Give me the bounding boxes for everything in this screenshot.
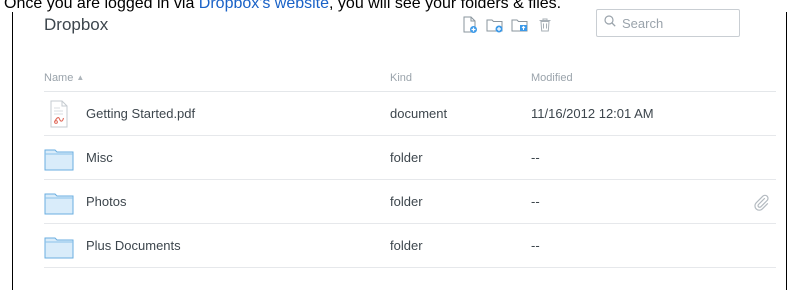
folder-icon [44, 188, 74, 216]
file-name[interactable]: Getting Started.pdf [86, 106, 195, 121]
file-kind: document [390, 106, 448, 121]
file-row[interactable]: Misc folder -- [44, 136, 776, 180]
paperclip-icon[interactable] [752, 193, 770, 211]
toolbar [459, 14, 556, 36]
caption-text-after: , you will see your folders & files. [329, 0, 562, 12]
column-header-name-label: Name [44, 72, 74, 84]
column-header-modified[interactable]: Modified [531, 72, 573, 84]
file-row[interactable]: Plus Documents folder -- [44, 224, 776, 268]
file-modified: -- [531, 238, 540, 253]
file-row[interactable]: Photos folder -- [44, 180, 776, 224]
folder-icon [44, 232, 74, 260]
new-folder-icon[interactable] [484, 14, 506, 36]
search-box[interactable] [596, 9, 740, 37]
column-header-name[interactable]: Name ▲ [44, 72, 84, 84]
file-name[interactable]: Photos [86, 194, 126, 209]
file-name[interactable]: Plus Documents [86, 238, 181, 253]
search-icon [604, 14, 616, 32]
sort-ascending-icon: ▲ [76, 73, 85, 82]
file-name[interactable]: Misc [86, 150, 113, 165]
search-input[interactable] [616, 15, 732, 31]
caption-text-before: Once you are logged in via [4, 0, 199, 12]
file-modified: -- [531, 150, 540, 165]
column-header-kind[interactable]: Kind [390, 72, 412, 84]
file-kind: folder [390, 238, 423, 253]
upload-folder-icon[interactable] [509, 14, 531, 36]
app-title: Dropbox [44, 15, 109, 34]
file-modified: -- [531, 194, 540, 209]
new-file-icon[interactable] [459, 14, 481, 36]
file-row[interactable]: Getting Started.pdf document 11/16/2012 … [44, 92, 776, 136]
file-modified: 11/16/2012 12:01 AM [531, 106, 654, 121]
file-kind: folder [390, 150, 423, 165]
dropbox-website-link[interactable]: Dropbox's website [199, 0, 329, 12]
file-kind: folder [390, 194, 423, 209]
pdf-file-icon [44, 100, 74, 128]
trash-icon[interactable] [534, 14, 556, 36]
folder-icon [44, 144, 74, 172]
